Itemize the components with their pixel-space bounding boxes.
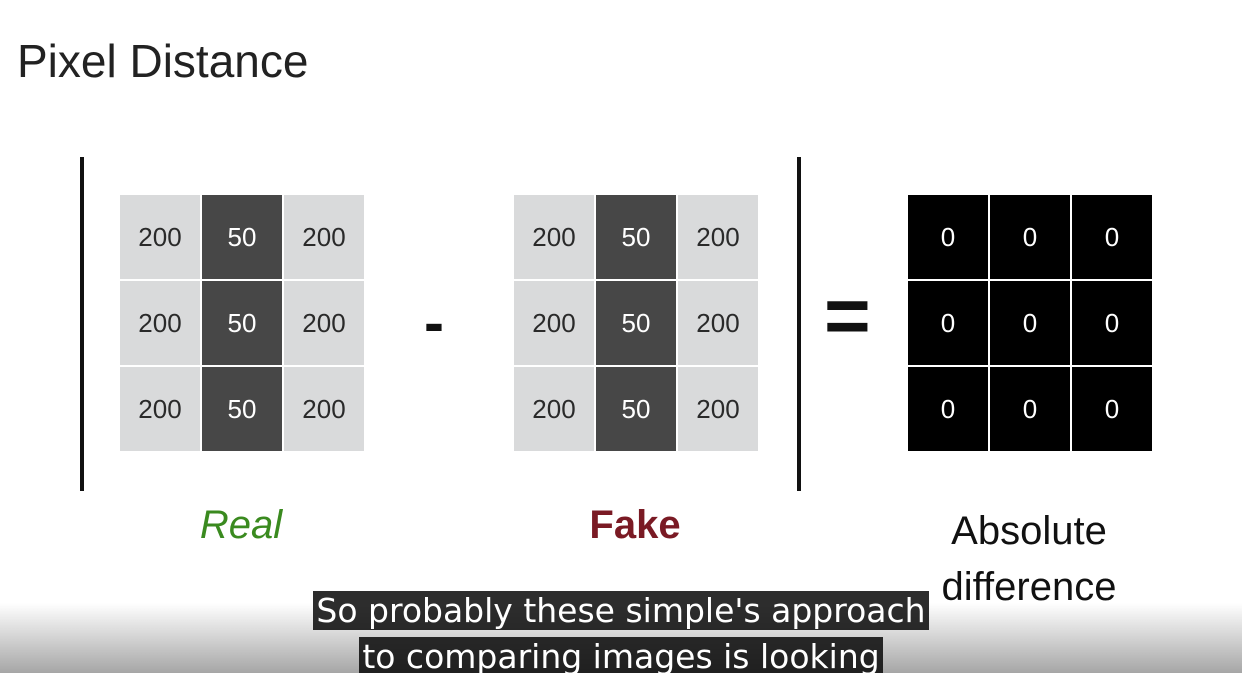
real-label: Real [199,503,283,547]
fake-label: Fake [589,503,681,547]
diff-cell: 0 [990,367,1070,451]
real-cell: 200 [284,195,364,279]
real-cell: 50 [202,195,282,279]
diff-cell: 0 [990,281,1070,365]
real-cell: 200 [120,195,200,279]
abs-bar-left [80,157,84,491]
absolute-label-line1: Absolute [951,509,1107,553]
fake-cell: 200 [514,281,594,365]
diff-cell: 0 [908,195,988,279]
diff-cell: 0 [990,195,1070,279]
slide-title: Pixel Distance [17,35,309,87]
real-cell: 200 [120,281,200,365]
minus-operator: - [424,289,444,356]
subtitle-line-2: to comparing images is looking [0,635,1242,673]
fake-cell: 200 [514,367,594,451]
fake-cell: 200 [678,367,758,451]
fake-cell: 200 [678,195,758,279]
fake-cell: 200 [678,281,758,365]
real-matrix: 200 50 200 200 50 200 200 50 200 [120,195,364,451]
diff-cell: 0 [908,281,988,365]
diff-cell: 0 [908,367,988,451]
diff-cell: 0 [1072,281,1152,365]
subtitle-line-1: So probably these simple's approach [0,589,1242,633]
diff-cell: 0 [1072,195,1152,279]
difference-matrix: 0 0 0 0 0 0 0 0 0 [908,195,1152,451]
diff-cell: 0 [1072,367,1152,451]
video-frame: Pixel Distance 200 50 200 200 50 200 200… [0,0,1242,673]
subtitle-text-2: to comparing images is looking [359,637,883,673]
fake-cell: 50 [596,367,676,451]
fake-cell: 50 [596,281,676,365]
abs-bar-right [797,157,801,491]
equals-operator: = [824,271,871,360]
fake-cell: 50 [596,195,676,279]
real-cell: 200 [284,367,364,451]
real-cell: 50 [202,281,282,365]
fake-matrix: 200 50 200 200 50 200 200 50 200 [514,195,758,451]
subtitle-text-1: So probably these simple's approach [313,591,929,630]
real-cell: 200 [284,281,364,365]
real-cell: 200 [120,367,200,451]
real-cell: 50 [202,367,282,451]
fake-cell: 200 [514,195,594,279]
